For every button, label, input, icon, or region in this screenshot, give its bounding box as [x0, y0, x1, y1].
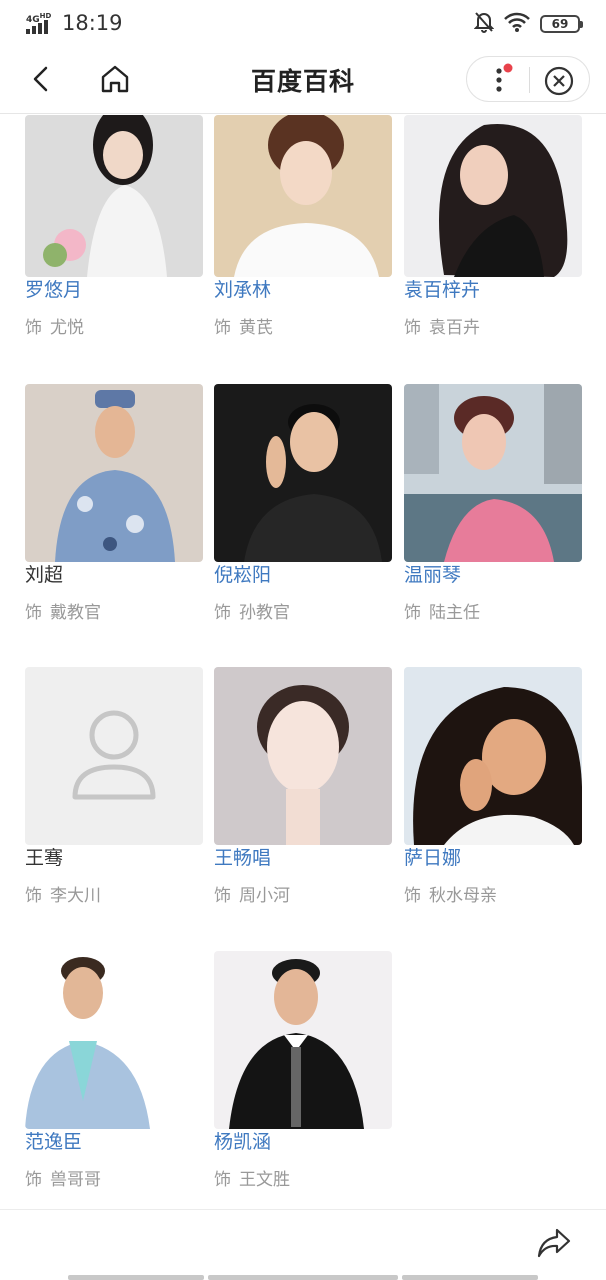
nav-bar: 百度百科 — [0, 48, 606, 114]
cast-name[interactable]: 温丽琴 — [404, 560, 461, 587]
cast-role: 饰王文胜 — [214, 1170, 290, 1190]
cast-role: 饰周小河 — [214, 886, 290, 906]
cast-card[interactable]: 罗悠月 饰尤悦 — [25, 115, 203, 365]
gesture-bar — [68, 1275, 204, 1280]
cast-name[interactable]: 王畅唱 — [214, 843, 271, 870]
cast-photo[interactable] — [25, 951, 203, 1129]
cast-photo[interactable] — [214, 951, 392, 1129]
cast-photo[interactable] — [214, 384, 392, 562]
cast-name[interactable]: 杨凯涵 — [214, 1127, 271, 1154]
capsule-divider — [529, 67, 530, 93]
cast-photo[interactable] — [404, 115, 582, 277]
battery-icon: 69 — [540, 15, 583, 33]
cast-role: 饰李大川 — [25, 886, 101, 906]
share-icon[interactable] — [536, 1226, 572, 1260]
signal-icon: 4GHD — [26, 12, 56, 34]
cast-name[interactable]: 袁百梓卉 — [404, 275, 480, 302]
gesture-bar — [402, 1275, 538, 1280]
cast-name[interactable]: 刘承林 — [214, 275, 271, 302]
cast-role: 饰戴教官 — [25, 603, 101, 623]
mini-program-capsule — [466, 56, 590, 102]
cast-role: 饰陆主任 — [404, 603, 480, 623]
cast-name[interactable]: 罗悠月 — [25, 275, 82, 302]
more-vertical-icon[interactable] — [487, 63, 517, 97]
close-circle-icon[interactable] — [543, 65, 575, 97]
cast-card[interactable]: 倪崧阳 饰孙教官 — [214, 384, 392, 634]
cast-role: 饰尤悦 — [25, 318, 84, 338]
wifi-icon — [504, 12, 530, 36]
cast-photo[interactable] — [214, 667, 392, 845]
cast-role: 饰黄芪 — [214, 318, 273, 338]
cast-card[interactable]: 范逸臣 饰兽哥哥 — [25, 951, 203, 1201]
cast-photo[interactable] — [404, 667, 582, 845]
person-placeholder-icon[interactable] — [25, 667, 203, 845]
notification-dot — [503, 63, 513, 73]
cast-card[interactable]: 袁百梓卉 饰袁百卉 — [404, 115, 582, 365]
bottom-toolbar — [0, 1209, 606, 1280]
cast-role: 饰袁百卉 — [404, 318, 480, 338]
battery-level: 69 — [551, 17, 569, 31]
cast-name[interactable]: 倪崧阳 — [214, 560, 271, 587]
gesture-bar — [208, 1275, 398, 1280]
cast-role: 饰秋水母亲 — [404, 886, 497, 906]
cast-photo[interactable] — [404, 384, 582, 562]
cast-photo[interactable] — [214, 115, 392, 277]
cast-name[interactable]: 萨日娜 — [404, 843, 461, 870]
cast-photo[interactable] — [25, 384, 203, 562]
cast-name[interactable]: 范逸臣 — [25, 1127, 82, 1154]
cast-name: 王骞 — [25, 847, 64, 869]
cast-photo[interactable] — [25, 115, 203, 277]
cast-card[interactable]: 杨凯涵 饰王文胜 — [214, 951, 392, 1201]
cast-role: 饰兽哥哥 — [25, 1170, 101, 1190]
cast-card[interactable]: 萨日娜 饰秋水母亲 — [404, 667, 582, 917]
mute-bell-icon — [473, 11, 495, 37]
cast-card[interactable]: 刘超 饰戴教官 — [25, 384, 203, 634]
cast-card[interactable]: 温丽琴 饰陆主任 — [404, 384, 582, 634]
cast-card[interactable]: 刘承林 饰黄芪 — [214, 115, 392, 365]
status-bar: 4GHD 18:19 69 — [0, 0, 606, 48]
cast-role: 饰孙教官 — [214, 603, 290, 623]
status-time: 18:19 — [62, 11, 123, 35]
cast-card[interactable]: 王骞 饰李大川 — [25, 667, 203, 917]
cast-grid: 罗悠月 饰尤悦 刘承林 饰黄芪 袁百梓卉 饰袁百卉 刘超 饰戴教官 倪崧阳 饰孙… — [0, 115, 606, 1209]
cast-name: 刘超 — [25, 564, 64, 586]
cast-card[interactable]: 王畅唱 饰周小河 — [214, 667, 392, 917]
